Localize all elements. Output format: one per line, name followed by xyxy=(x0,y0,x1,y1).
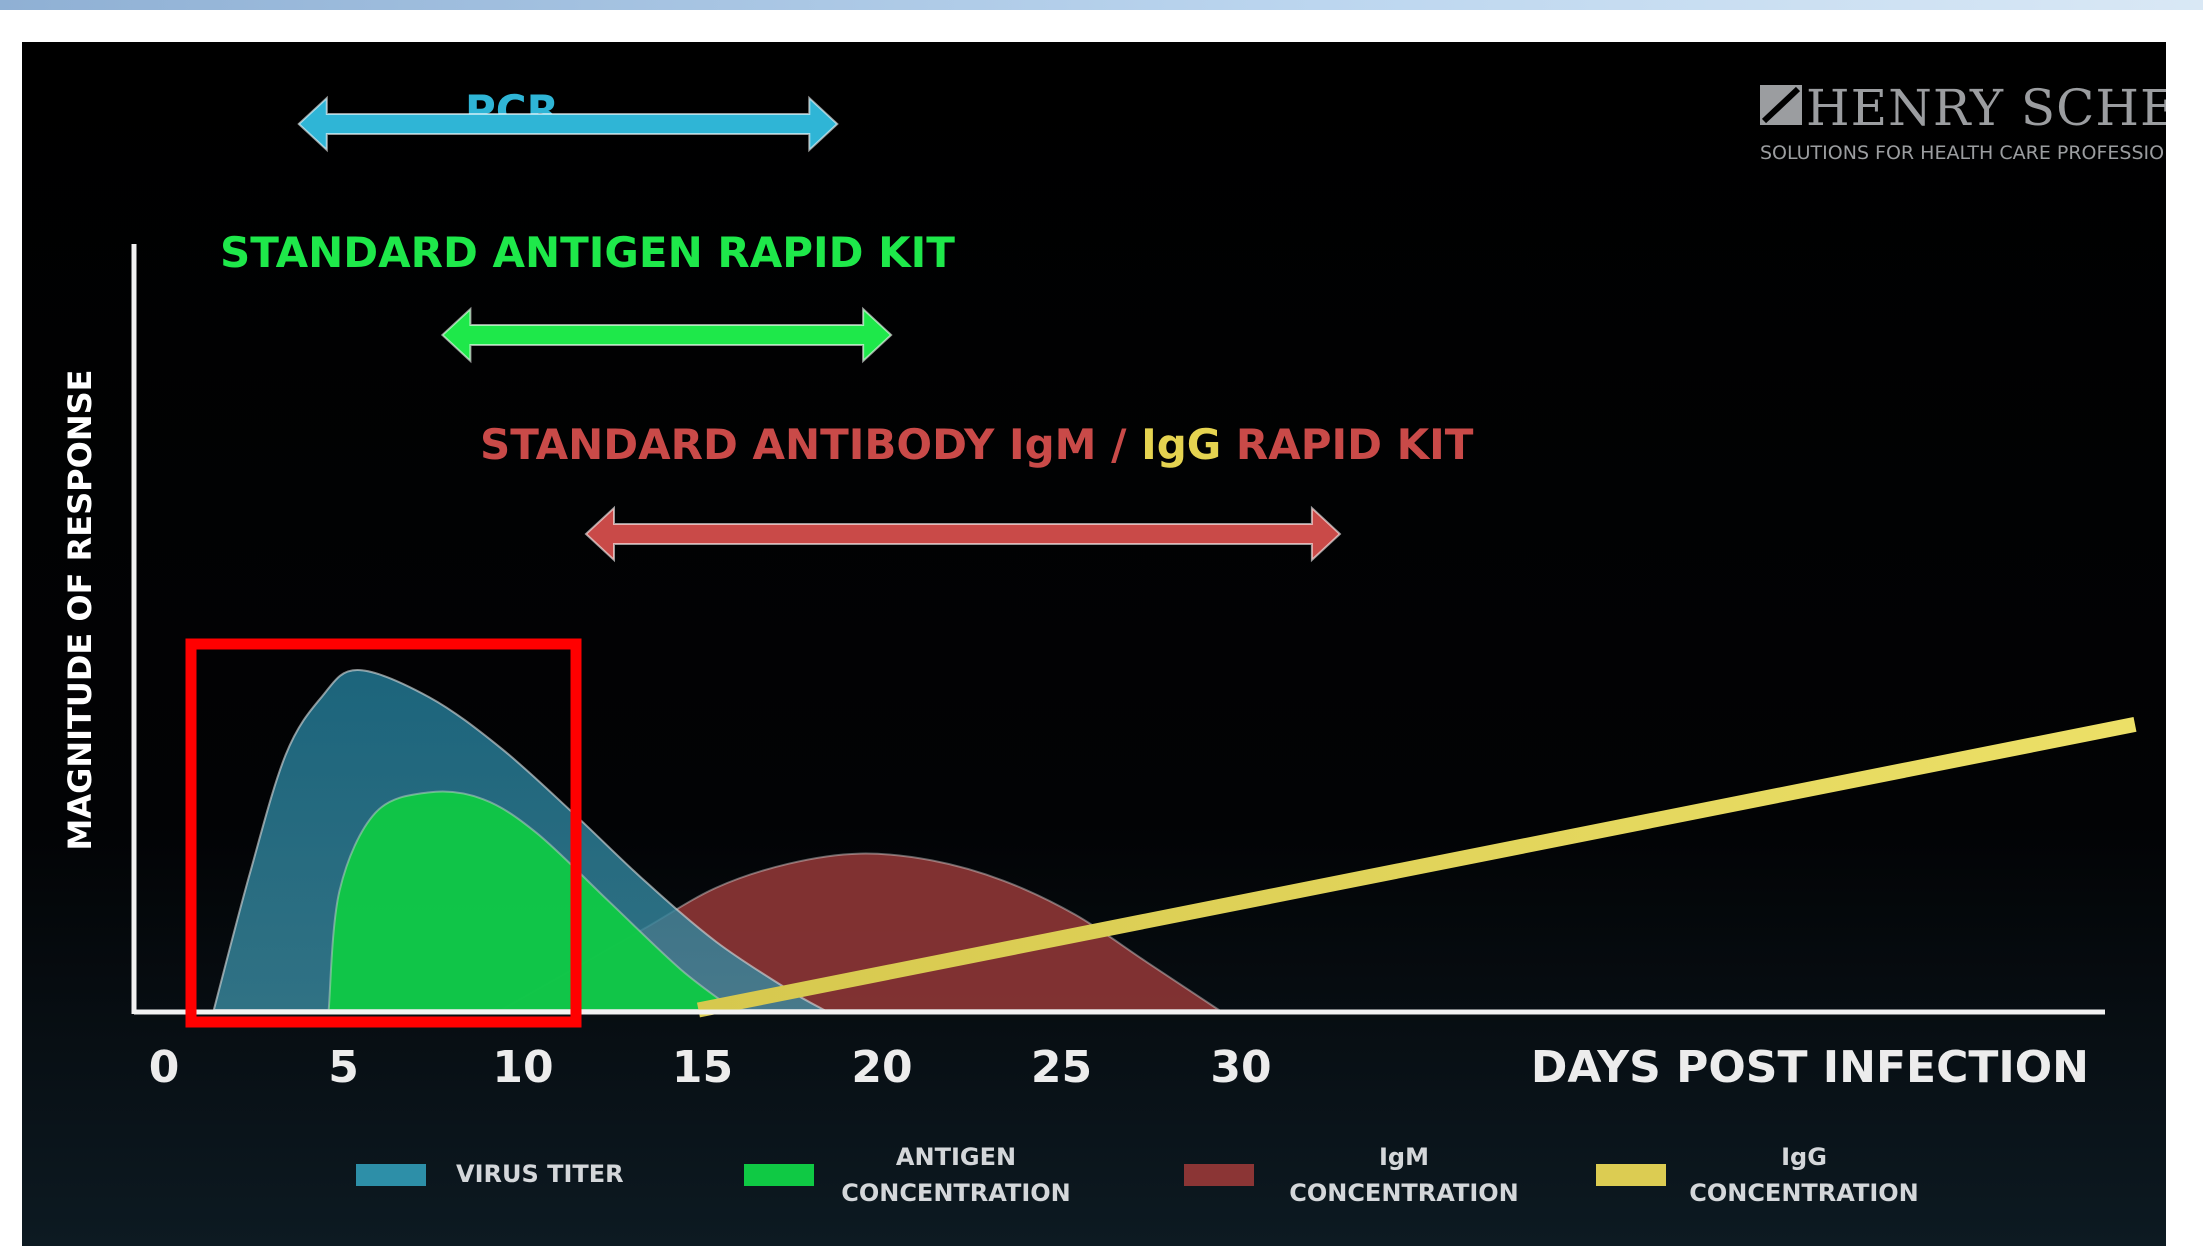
antibody-test-chart: HENRY SCHEIN SOLUTIONS FOR HEALTH CARE P… xyxy=(61,79,2166,1207)
x-tick-label: 0 xyxy=(149,1042,180,1093)
x-axis-label: DAYS POST INFECTION xyxy=(1531,1042,2089,1093)
legend-swatch xyxy=(1596,1164,1666,1186)
legend-label: CONCENTRATION xyxy=(1289,1179,1519,1207)
test-window-arrows xyxy=(297,95,1342,563)
pcr-arrow xyxy=(297,95,839,153)
antibody-kit-label-part3: RAPID KIT xyxy=(1221,420,1474,469)
legend-label: ANTIGEN xyxy=(896,1143,1016,1171)
legend-label: IgG xyxy=(1781,1143,1827,1171)
x-tick-label: 10 xyxy=(492,1042,553,1093)
x-tick-label: 20 xyxy=(851,1042,912,1093)
legend-label: IgM xyxy=(1379,1143,1429,1171)
antigen-kit-label: STANDARD ANTIGEN RAPID KIT xyxy=(220,228,955,277)
x-tick-label: 25 xyxy=(1031,1042,1092,1093)
antibody-kit-label-igg: IgG xyxy=(1141,420,1221,469)
plot-series xyxy=(212,668,2137,1018)
legend-swatch xyxy=(1184,1164,1254,1186)
henry-schein-logo: HENRY SCHEIN SOLUTIONS FOR HEALTH CARE P… xyxy=(1760,79,2166,164)
antibody-arrow xyxy=(584,505,1342,563)
virus-titer-outline xyxy=(212,668,828,1011)
legend-label: CONCENTRATION xyxy=(841,1179,1071,1207)
y-axis-label: MAGNITUDE OF RESPONSE xyxy=(61,369,99,850)
x-tick-label: 30 xyxy=(1210,1042,1271,1093)
video-frame: HENRY SCHEIN SOLUTIONS FOR HEALTH CARE P… xyxy=(22,42,2166,1246)
top-accent-strip xyxy=(0,0,2203,10)
x-tick-label: 5 xyxy=(328,1042,359,1093)
antibody-kit-label-part1: STANDARD ANTIBODY IgM / xyxy=(480,420,1141,469)
antibody-kit-label: STANDARD ANTIBODY IgM / IgG RAPID KIT xyxy=(480,420,1474,469)
logo-wordmark: HENRY SCHEIN xyxy=(1806,79,2166,137)
x-axis-ticks: 0 5 10 15 20 25 30 xyxy=(149,1042,1272,1093)
legend: VIRUS TITER ANTIGEN CONCENTRATION IgM CONCEN… xyxy=(356,1143,1919,1207)
legend-swatch xyxy=(744,1164,814,1186)
legend-label: CONCENTRATION xyxy=(1689,1179,1919,1207)
logo-tagline: SOLUTIONS FOR HEALTH CARE PROFESSIONALS xyxy=(1760,142,2166,164)
antigen-arrow xyxy=(440,306,893,364)
x-tick-label: 15 xyxy=(672,1042,733,1093)
legend-label: VIRUS TITER xyxy=(456,1160,624,1188)
legend-swatch xyxy=(356,1164,426,1186)
